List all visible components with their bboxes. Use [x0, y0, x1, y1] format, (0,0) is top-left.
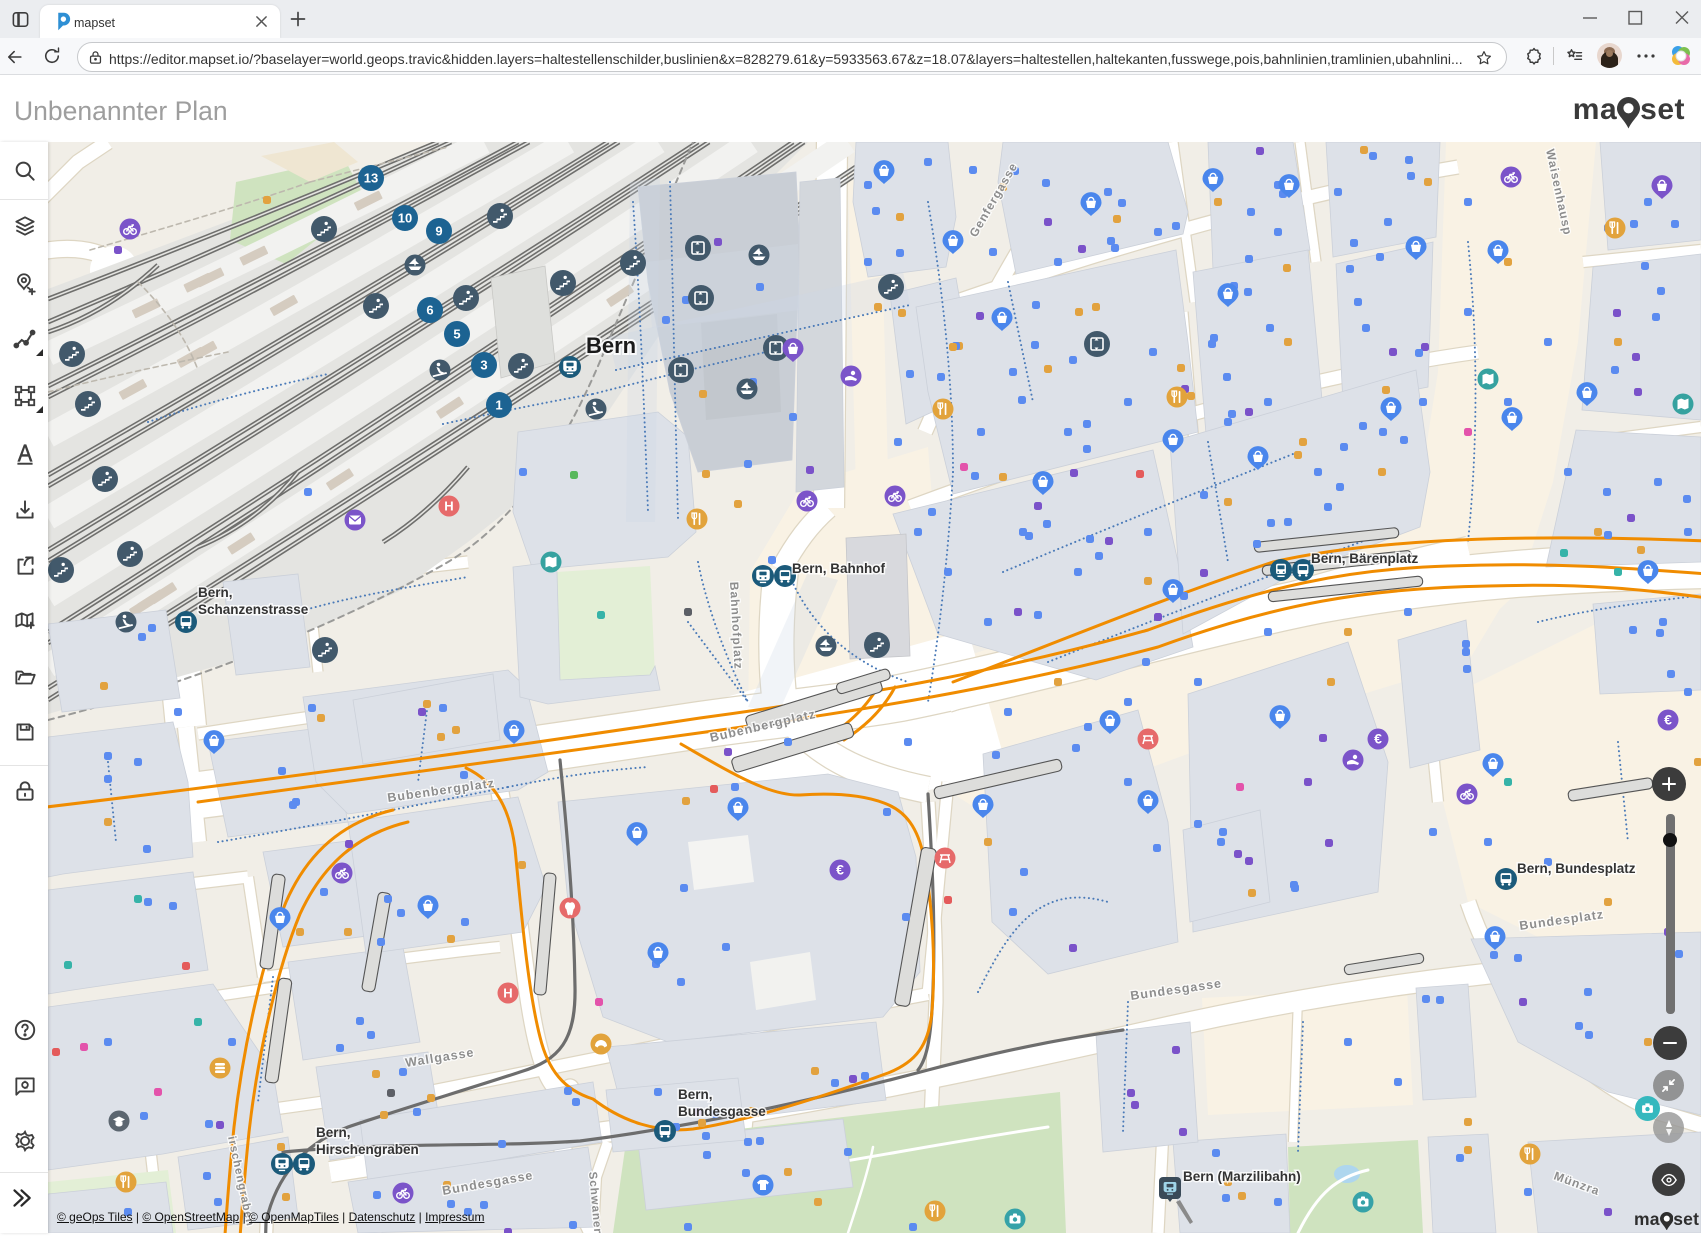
svg-text:Bern, Bundesplatz: Bern, Bundesplatz [1517, 861, 1636, 876]
svg-text:13: 13 [364, 171, 378, 186]
svg-text:Bern,: Bern, [198, 585, 233, 600]
svg-text:Bern, Bahnhof: Bern, Bahnhof [792, 561, 886, 576]
svg-text:€: € [1664, 712, 1672, 728]
svg-text:5: 5 [453, 327, 460, 342]
svg-text:Bern,: Bern, [678, 1087, 713, 1102]
svg-text:3: 3 [480, 358, 487, 373]
svg-text:H: H [444, 499, 453, 514]
svg-text:10: 10 [398, 211, 412, 226]
svg-text:Schanzenstrasse: Schanzenstrasse [198, 602, 309, 617]
svg-text:6: 6 [426, 303, 433, 318]
svg-text:Bern,: Bern, [316, 1125, 351, 1140]
svg-text:Bern (Marzilibahn): Bern (Marzilibahn) [1183, 1169, 1301, 1184]
svg-text:9: 9 [435, 224, 442, 239]
svg-text:€: € [836, 862, 844, 878]
svg-text:Bern: Bern [586, 333, 636, 358]
svg-text:Bundesgasse: Bundesgasse [678, 1104, 766, 1119]
svg-text:€: € [1374, 731, 1382, 747]
svg-text:Bern, Bärenplatz: Bern, Bärenplatz [1311, 551, 1419, 566]
svg-text:Hirschengraben: Hirschengraben [316, 1142, 419, 1157]
svg-text:H: H [503, 986, 512, 1001]
svg-text:1: 1 [495, 398, 502, 413]
